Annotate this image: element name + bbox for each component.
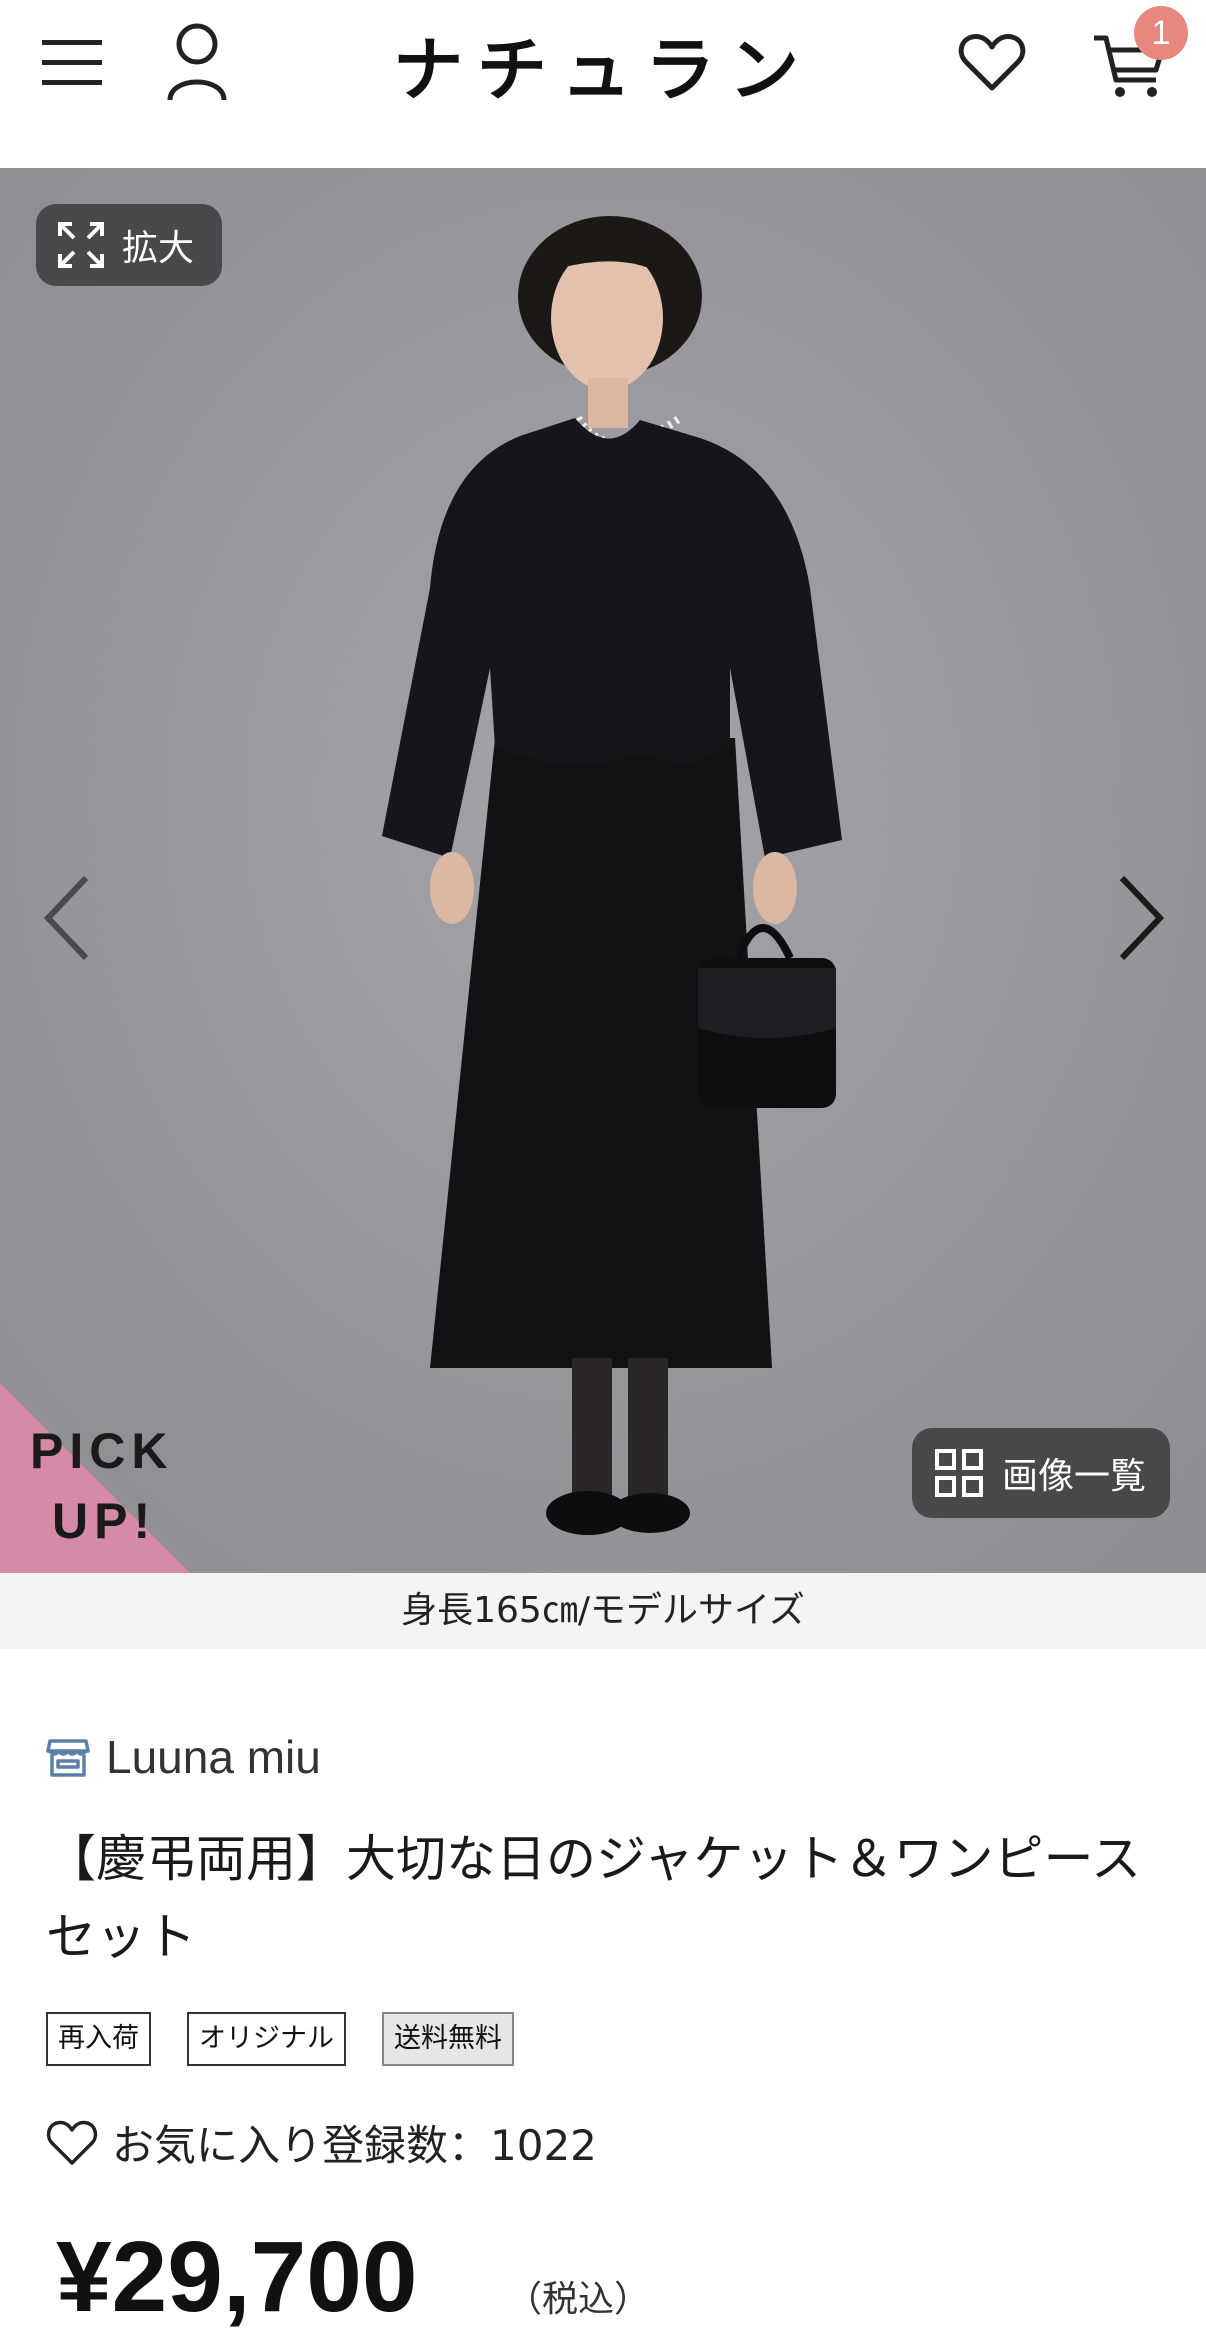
cart-count-badge: 1	[1134, 6, 1188, 60]
shop-link[interactable]: Luuna miu	[46, 1730, 321, 1784]
product-image-carousel[interactable]: 拡大 PICK UP! 画像一覧	[0, 168, 1206, 1573]
shop-name: Luuna miu	[106, 1731, 321, 1783]
grid-icon	[935, 1449, 983, 1497]
favorite-count[interactable]: お気に入り登録数：1022	[46, 2112, 597, 2173]
heart-icon[interactable]	[956, 26, 1028, 98]
tax-note: （税込）	[506, 2279, 651, 2320]
zoom-button[interactable]: 拡大	[36, 204, 222, 286]
product-title: 【慶弔両用】大切な日のジャケット＆ワンピースセット	[46, 1830, 1141, 1966]
price: ¥29,700	[56, 2221, 418, 2333]
pickup-line1: PICK	[30, 1423, 174, 1479]
gallery-label: 画像一覧	[1002, 1456, 1147, 1497]
chevron-right-icon[interactable]	[1110, 868, 1170, 968]
tag-original: オリジナル	[187, 2012, 346, 2066]
tag-restock: 再入荷	[46, 2012, 151, 2066]
store-icon	[46, 1739, 90, 1777]
image-gallery-button[interactable]: 画像一覧	[912, 1428, 1170, 1518]
expand-icon	[58, 222, 104, 268]
zoom-label: 拡大	[122, 228, 195, 269]
product-photo	[0, 168, 1206, 1573]
chevron-left-icon[interactable]	[38, 868, 98, 968]
header: ナチュラン 1	[0, 0, 1206, 168]
pickup-line2: UP!	[52, 1493, 157, 1549]
tag-free-shipping: 送料無料	[382, 2012, 514, 2066]
favorite-count-label: お気に入り登録数：1022	[112, 2121, 597, 2170]
heart-icon[interactable]	[46, 2119, 98, 2167]
pickup-label: PICK UP!	[30, 1416, 200, 1556]
model-size-caption: 身長165㎝/モデルサイズ	[0, 1573, 1206, 1649]
product-tags: 再入荷 オリジナル 送料無料	[46, 2012, 550, 2066]
